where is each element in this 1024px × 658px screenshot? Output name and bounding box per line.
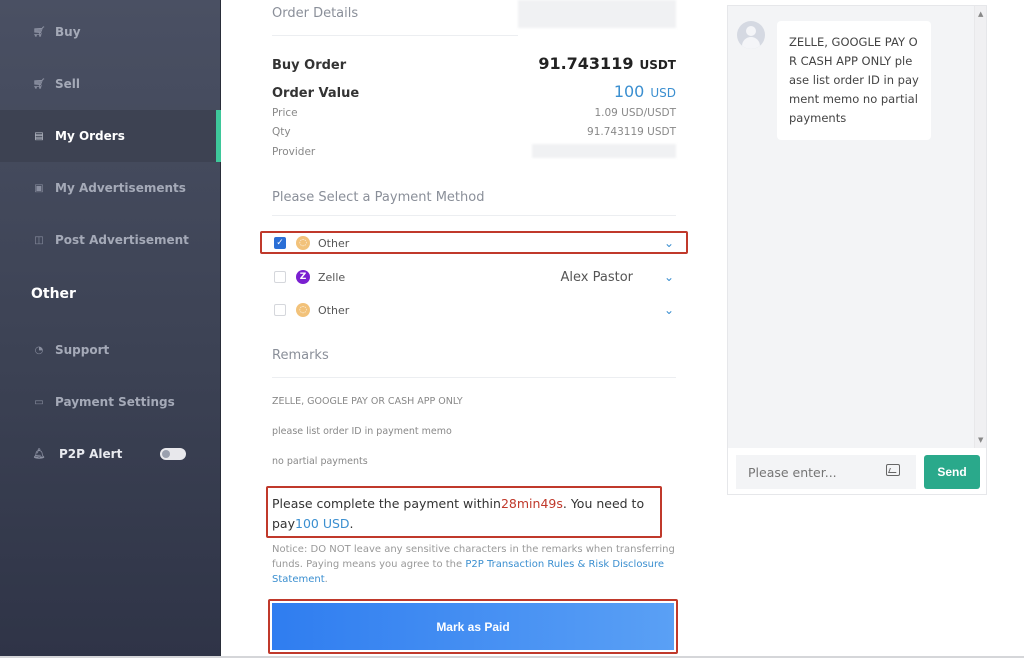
sidebar-item-label: My Advertisements bbox=[55, 181, 186, 195]
other-payment-icon: ◌ bbox=[296, 303, 310, 317]
divider bbox=[272, 377, 676, 378]
payment-method-name: Other bbox=[318, 303, 350, 317]
payment-method-holder: Alex Pastor bbox=[560, 269, 634, 285]
support-icon: ◔ bbox=[34, 344, 44, 356]
order-value-label: Order Value bbox=[272, 86, 360, 101]
sidebar-item-p2p-alert: 🔔︎ P2P Alert bbox=[0, 428, 221, 480]
divider bbox=[272, 35, 518, 36]
bell-icon: 🔔︎ bbox=[32, 448, 46, 460]
sidebar-item-label: Sell bbox=[55, 77, 81, 91]
sidebar-item-label: Payment Settings bbox=[55, 395, 175, 409]
order-details-title: Order Details bbox=[272, 6, 359, 21]
payment-method-checkbox[interactable] bbox=[274, 304, 286, 316]
remark-line: please list order ID in payment memo bbox=[272, 426, 452, 437]
ad-icon: ▣ bbox=[34, 182, 44, 194]
zelle-icon: Z bbox=[296, 270, 310, 284]
cart-icon: 🛒︎ bbox=[32, 78, 46, 90]
image-upload-icon[interactable] bbox=[886, 464, 900, 476]
sidebar-item-label: Support bbox=[55, 343, 110, 357]
buy-order-value: 91.743119 bbox=[538, 54, 634, 73]
qty-row: Qty 91.743119 USDT bbox=[272, 126, 676, 138]
payment-method-option[interactable]: Z Zelle Alex Pastor ⌄ bbox=[272, 266, 676, 288]
sidebar-item-sell[interactable]: 🛒︎ Sell bbox=[0, 58, 221, 110]
sidebar-item-post-advertisement[interactable]: ◫ Post Advertisement bbox=[0, 214, 221, 266]
order-value-unit: USD bbox=[650, 86, 676, 100]
order-value-amount: 100 bbox=[613, 82, 645, 101]
sidebar-item-my-advertisements[interactable]: ▣ My Advertisements bbox=[0, 162, 221, 214]
chevron-down-icon[interactable]: ⌄ bbox=[664, 303, 674, 317]
chat-message: ZELLE, GOOGLE PAY OR CASH APP ONLY pleas… bbox=[777, 21, 931, 140]
avatar-body bbox=[742, 37, 760, 49]
chat-scrollbar[interactable]: ▲ ▼ bbox=[974, 6, 986, 448]
buy-order-row: Buy Order 91.743119 USDT bbox=[272, 54, 676, 73]
redacted-block bbox=[518, 0, 676, 28]
remark-line: ZELLE, GOOGLE PAY OR CASH APP ONLY bbox=[272, 396, 463, 407]
cart-icon: 🛒︎ bbox=[32, 26, 46, 38]
notice-suffix: . bbox=[324, 574, 328, 585]
remarks-title: Remarks bbox=[272, 348, 329, 363]
chat-panel: ZELLE, GOOGLE PAY OR CASH APP ONLY pleas… bbox=[727, 5, 987, 495]
remark-line: no partial payments bbox=[272, 456, 368, 467]
chat-input-row: Send bbox=[728, 448, 986, 494]
sidebar-item-my-orders[interactable]: ▤ My Orders bbox=[0, 110, 221, 162]
price-label: Price bbox=[272, 107, 298, 119]
sidebar-item-label: Buy bbox=[55, 25, 81, 39]
sidebar-item-buy[interactable]: 🛒︎ Buy bbox=[0, 6, 221, 58]
send-button[interactable]: Send bbox=[924, 455, 980, 489]
qty-value: 91.743119 USDT bbox=[587, 126, 676, 138]
chat-messages: ZELLE, GOOGLE PAY OR CASH APP ONLY pleas… bbox=[728, 6, 986, 448]
divider bbox=[272, 215, 676, 216]
avatar-head bbox=[746, 26, 756, 36]
payment-method-checkbox[interactable] bbox=[274, 271, 286, 283]
redacted-provider bbox=[532, 144, 676, 158]
sidebar-item-support[interactable]: ◔ Support bbox=[0, 324, 221, 376]
highlight-box bbox=[268, 599, 678, 654]
price-value: 1.09 USD/USDT bbox=[594, 107, 676, 119]
sidebar-section-other: Other bbox=[31, 286, 76, 302]
sidebar: 🛒︎ Buy 🛒︎ Sell ▤ My Orders ▣ My Advertis… bbox=[0, 0, 221, 656]
p2p-alert-toggle[interactable] bbox=[160, 448, 186, 460]
buy-order-unit: USDT bbox=[639, 58, 676, 72]
sidebar-item-label: My Orders bbox=[55, 129, 125, 143]
payment-method-name: Zelle bbox=[318, 270, 346, 284]
sidebar-item-payment-settings[interactable]: ▭ Payment Settings bbox=[0, 376, 221, 428]
price-row: Price 1.09 USD/USDT bbox=[272, 107, 676, 119]
notice-text: Notice: DO NOT leave any sensitive chara… bbox=[272, 542, 676, 587]
buy-order-label: Buy Order bbox=[272, 58, 347, 73]
toggle-knob bbox=[162, 450, 170, 458]
avatar bbox=[737, 21, 765, 49]
payment-method-option[interactable]: ◌ Other ⌄ bbox=[272, 299, 676, 321]
sidebar-item-label: P2P Alert bbox=[59, 447, 123, 461]
scroll-up-icon[interactable]: ▲ bbox=[978, 10, 983, 18]
highlight-box bbox=[260, 231, 688, 254]
post-icon: ◫ bbox=[34, 234, 44, 246]
chevron-down-icon[interactable]: ⌄ bbox=[664, 270, 674, 284]
highlight-box bbox=[266, 486, 662, 538]
qty-label: Qty bbox=[272, 126, 291, 138]
order-value-row: Order Value 100 USD bbox=[272, 82, 676, 101]
card-icon: ▭ bbox=[34, 396, 44, 408]
provider-label: Provider bbox=[272, 146, 316, 158]
scroll-down-icon[interactable]: ▼ bbox=[978, 436, 983, 444]
document-icon: ▤ bbox=[34, 130, 44, 142]
sidebar-item-label: Post Advertisement bbox=[55, 233, 189, 247]
payment-method-title: Please Select a Payment Method bbox=[272, 190, 485, 205]
